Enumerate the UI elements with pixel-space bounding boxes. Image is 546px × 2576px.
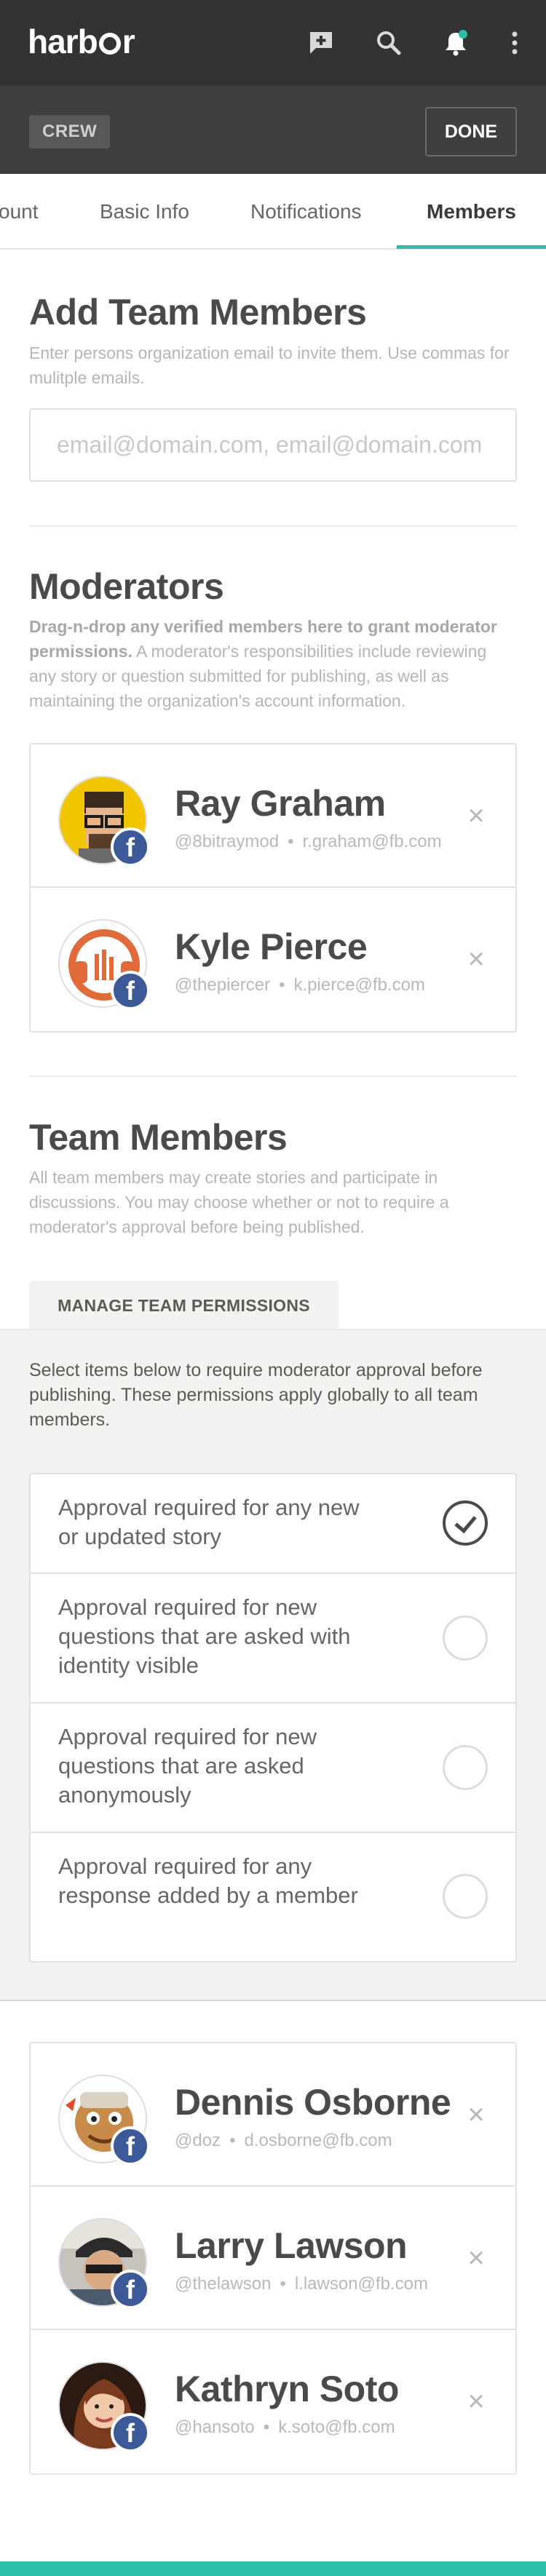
- notification-dot: [459, 30, 467, 39]
- team-member-row[interactable]: f Larry Lawson @thelawson • l.lawson@fb.co…: [31, 2187, 515, 2330]
- meta-separator: •: [229, 2131, 236, 2150]
- permissions-description: Select items below to require moderator …: [29, 1360, 483, 1430]
- meta-separator: •: [280, 2274, 286, 2294]
- manage-permissions-tab[interactable]: MANAGE TEAM PERMISSIONS: [29, 1281, 339, 1330]
- permission-item[interactable]: Approval required for any response added…: [31, 1833, 515, 1961]
- notifications-bell-icon[interactable]: [439, 26, 472, 60]
- settings-tabs: ount Basic Info Notifications Members: [0, 174, 546, 250]
- remove-member-icon[interactable]: ×: [464, 945, 488, 974]
- facebook-icon: f: [111, 2413, 150, 2452]
- add-members-title: Add Team Members: [29, 292, 367, 333]
- moderators-list: f Ray Graham @8bitraymod • r.graham@fb.com…: [29, 743, 517, 1033]
- logo-o-ring: [98, 33, 121, 55]
- meta-separator: •: [288, 832, 294, 851]
- moderators-title: Moderators: [29, 566, 224, 607]
- member-email: d.osborne@fb.com: [244, 2131, 392, 2150]
- crew-badge: CREW: [29, 115, 111, 148]
- member-handle: @doz: [175, 2131, 221, 2150]
- facebook-icon: f: [111, 827, 150, 867]
- checked-circle-icon[interactable]: [443, 1500, 488, 1546]
- done-button[interactable]: DONE: [425, 107, 517, 156]
- permission-label: Approval required for any new or updated…: [58, 1495, 360, 1549]
- permissions-list: Approval required for any new or updated…: [29, 1473, 517, 1963]
- member-meta: @thelawson • l.lawson@fb.com: [175, 2274, 428, 2294]
- member-meta: @thepiercer • k.pierce@fb.com: [175, 975, 425, 995]
- new-post-icon[interactable]: [304, 26, 338, 60]
- permission-label: Approval required for new questions that…: [58, 1594, 351, 1678]
- member-name: Kathryn Soto: [175, 2369, 399, 2409]
- permission-item[interactable]: Approval required for any new or updated…: [31, 1474, 515, 1574]
- moderator-row[interactable]: f Kyle Pierce @thepiercer • k.pierce@fb.co…: [31, 888, 515, 1031]
- member-meta: @8bitraymod • r.graham@fb.com: [175, 832, 442, 852]
- facebook-icon: f: [111, 2126, 150, 2166]
- unchecked-circle-icon[interactable]: [443, 1874, 488, 1919]
- logo-text-end: r: [122, 23, 135, 60]
- tab-members[interactable]: Members: [427, 174, 516, 250]
- member-name: Larry Lawson: [175, 2225, 408, 2266]
- member-handle: @8bitraymod: [175, 832, 280, 851]
- member-handle: @thepiercer: [175, 975, 271, 995]
- moderator-row[interactable]: f Ray Graham @8bitraymod • r.graham@fb.com…: [31, 744, 515, 888]
- team-members-title: Team Members: [29, 1117, 288, 1158]
- tab-account[interactable]: ount: [0, 174, 39, 250]
- team-member-row[interactable]: f Dennis Osborne @doz • d.osborne@fb.com ×: [31, 2043, 515, 2187]
- team-members-description: All team members may create stories and …: [29, 1168, 449, 1236]
- facebook-icon: f: [111, 2270, 150, 2309]
- member-name: Kyle Pierce: [175, 926, 368, 967]
- facebook-icon: f: [111, 971, 150, 1010]
- top-navigation-bar: harb r: [0, 0, 546, 86]
- member-email: r.graham@fb.com: [302, 832, 442, 851]
- member-meta: @hansoto • k.soto@fb.com: [175, 2417, 395, 2438]
- member-handle: @hansoto: [175, 2417, 255, 2437]
- member-meta: @doz • d.osborne@fb.com: [175, 2131, 392, 2151]
- active-tab-indicator: [397, 245, 546, 249]
- invite-email-input[interactable]: [29, 408, 517, 482]
- meta-separator: •: [263, 2417, 270, 2437]
- member-handle: @thelawson: [175, 2274, 272, 2294]
- team-members-list: f Dennis Osborne @doz • d.osborne@fb.com ×…: [29, 2042, 517, 2475]
- member-email: k.pierce@fb.com: [293, 975, 425, 995]
- remove-member-icon[interactable]: ×: [464, 2243, 488, 2273]
- team-member-row[interactable]: f Kathryn Soto @hansoto • k.soto@fb.com ×: [31, 2330, 515, 2473]
- member-email: l.lawson@fb.com: [294, 2274, 428, 2294]
- section-divider: [29, 525, 517, 527]
- permission-label: Approval required for new questions that…: [58, 1724, 317, 1808]
- tab-notifications[interactable]: Notifications: [250, 174, 362, 250]
- remove-member-icon[interactable]: ×: [464, 801, 488, 830]
- unchecked-circle-icon[interactable]: [443, 1615, 488, 1661]
- member-name: Dennis Osborne: [175, 2082, 451, 2123]
- harbor-logo[interactable]: harb r: [28, 22, 135, 61]
- tab-basic-info[interactable]: Basic Info: [100, 174, 189, 250]
- permissions-panel: Select items below to require moderator …: [0, 1329, 546, 2001]
- permission-item[interactable]: Approval required for new questions that…: [31, 1574, 515, 1704]
- permission-item[interactable]: Approval required for new questions that…: [31, 1704, 515, 1833]
- add-members-description: Enter persons organization email to invi…: [29, 343, 510, 387]
- context-bar: CREW DONE: [0, 86, 546, 174]
- meta-separator: •: [279, 975, 285, 995]
- moderators-description: Drag-n-drop any verified members here to…: [29, 614, 517, 713]
- section-divider: [29, 1076, 517, 1077]
- more-options-icon[interactable]: [498, 26, 531, 60]
- member-name: Ray Graham: [175, 783, 386, 824]
- logo-text-start: harb: [28, 23, 98, 60]
- remove-member-icon[interactable]: ×: [464, 2387, 488, 2416]
- unchecked-circle-icon[interactable]: [443, 1745, 488, 1790]
- member-email: k.soto@fb.com: [278, 2417, 395, 2437]
- search-icon[interactable]: [372, 26, 405, 60]
- remove-member-icon[interactable]: ×: [464, 2100, 488, 2129]
- bottom-accent-bar: [0, 2561, 546, 2576]
- permission-label: Approval required for any response added…: [58, 1853, 358, 1908]
